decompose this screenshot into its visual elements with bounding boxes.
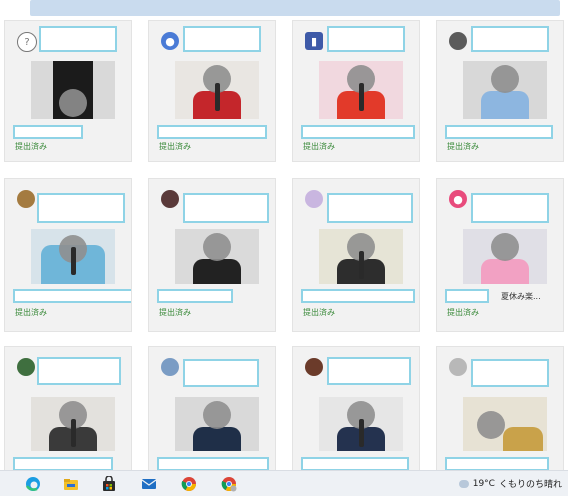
submission-grid: ? 提出済み ● 提出済み ▮ 提出済み 提出済み 提出済み 提出済み 提出済み… — [0, 0, 568, 495]
caption-box — [445, 457, 549, 471]
anime-avatar-icon — [305, 190, 323, 208]
status-label: 提出済み — [159, 308, 191, 317]
caption-box — [13, 289, 131, 303]
submission-card[interactable]: ? 提出済み — [4, 20, 132, 162]
student-name-box — [471, 26, 549, 52]
windows-taskbar: 19°C くもりのち晴れ — [0, 470, 568, 496]
student-name-box — [471, 359, 549, 387]
student-name-box — [327, 193, 413, 223]
photo-avatar-icon — [449, 358, 467, 376]
mail-icon[interactable] — [140, 475, 157, 492]
submission-card[interactable]: 提出済み — [292, 178, 420, 332]
video-thumbnail[interactable] — [319, 61, 403, 119]
student-name-box — [183, 359, 259, 387]
student-name-box — [183, 193, 269, 223]
person-pink-icon: ● — [449, 190, 467, 208]
video-thumbnail[interactable] — [319, 229, 403, 284]
edge-icon[interactable] — [24, 475, 41, 492]
globe-avatar-icon — [161, 358, 179, 376]
blue-square-icon: ▮ — [305, 32, 323, 50]
video-thumbnail[interactable] — [463, 229, 547, 284]
caption-box — [157, 457, 269, 471]
photo-avatar-icon — [161, 190, 179, 208]
caption-box — [301, 457, 409, 471]
status-label: 提出済み — [447, 308, 479, 317]
caption-box — [301, 125, 415, 139]
submission-card[interactable]: 提出済み — [436, 20, 564, 162]
file-explorer-icon[interactable] — [62, 475, 79, 492]
chrome-icon[interactable] — [180, 475, 197, 492]
submission-card[interactable] — [4, 346, 132, 476]
assignment-note: 夏休み楽... — [501, 292, 541, 301]
video-thumbnail[interactable] — [175, 61, 259, 119]
photo-avatar-icon — [449, 32, 467, 50]
pattern-avatar-icon — [17, 190, 35, 208]
student-name-box — [183, 26, 261, 52]
caption-box — [445, 125, 553, 139]
photo-avatar-icon — [305, 358, 323, 376]
caption-box — [445, 289, 489, 303]
student-name-box — [37, 193, 125, 223]
submission-card[interactable] — [292, 346, 420, 476]
weather-widget[interactable]: 19°C くもりのち晴れ — [458, 477, 562, 490]
student-name-box — [327, 26, 405, 52]
status-label: 提出済み — [15, 142, 47, 151]
weather-temperature: 19°C — [472, 478, 495, 489]
video-thumbnail[interactable] — [463, 397, 547, 451]
video-thumbnail[interactable] — [175, 229, 259, 284]
cloud-icon — [458, 479, 469, 488]
status-label: 提出済み — [159, 142, 191, 151]
caption-box — [13, 125, 83, 139]
submission-card[interactable]: 提出済み — [4, 178, 132, 332]
submission-card[interactable]: ● 提出済み — [148, 20, 276, 162]
submission-card[interactable]: ● 夏休み楽... 提出済み — [436, 178, 564, 332]
status-label: 提出済み — [303, 308, 335, 317]
status-label: 提出済み — [15, 308, 47, 317]
submission-card[interactable]: ▮ 提出済み — [292, 20, 420, 162]
submission-card[interactable] — [148, 346, 276, 476]
student-name-box — [37, 357, 121, 385]
caption-box — [157, 289, 233, 303]
store-icon[interactable] — [100, 475, 117, 492]
video-thumbnail[interactable] — [31, 229, 115, 284]
student-name-box — [471, 193, 549, 223]
question-icon: ? — [17, 32, 37, 52]
student-name-box — [327, 357, 411, 385]
video-thumbnail[interactable] — [31, 61, 115, 119]
video-thumbnail[interactable] — [319, 397, 403, 451]
weather-condition: くもりのち晴れ — [498, 480, 562, 490]
status-label: 提出済み — [303, 142, 335, 151]
caption-box — [157, 125, 267, 139]
submission-card[interactable] — [436, 346, 564, 476]
video-thumbnail[interactable] — [31, 397, 115, 451]
student-name-box — [39, 26, 117, 52]
video-thumbnail[interactable] — [175, 397, 259, 451]
caption-box — [13, 457, 113, 471]
person-icon: ● — [161, 32, 179, 50]
submission-card[interactable]: 提出済み — [148, 178, 276, 332]
chrome-icon[interactable] — [220, 475, 237, 492]
status-label: 提出済み — [447, 142, 479, 151]
caption-box — [301, 289, 415, 303]
video-thumbnail[interactable] — [463, 61, 547, 119]
photo-avatar-icon — [17, 358, 35, 376]
